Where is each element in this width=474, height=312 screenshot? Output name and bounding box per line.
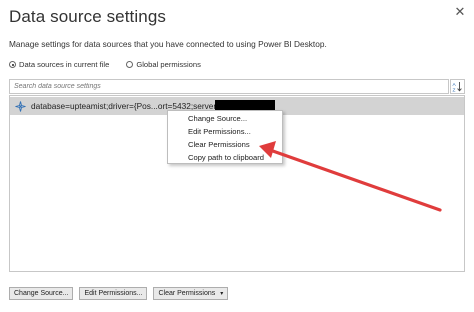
radio-current-file[interactable]: Data sources in current file [9,60,109,69]
sort-button[interactable]: A Z [450,79,465,94]
radio-current-file-label: Data sources in current file [19,60,110,69]
svg-text:A: A [453,82,457,88]
radio-indicator [126,61,134,68]
change-source-button[interactable]: Change Source... [9,287,74,300]
radio-global-permissions-label: Global permissions [136,60,201,69]
chevron-down-icon[interactable]: ▾ [220,291,223,297]
datasource-icon [15,100,26,112]
radio-global-permissions[interactable]: Global permissions [126,60,201,69]
clear-permissions-button[interactable]: Clear Permissions ▾ [153,287,229,300]
clear-permissions-label: Clear Permissions [158,290,216,297]
menu-item-change-source[interactable]: Change Source... [168,112,282,125]
menu-item-clear-permissions[interactable]: Clear Permissions [168,138,282,151]
sort-az-icon: A Z [453,82,462,92]
dialog-title: Data source settings [9,7,166,26]
scope-radio-group: Data sources in current file Global perm… [9,60,201,69]
menu-item-copy-path[interactable]: Copy path to clipboard [168,151,282,164]
svg-text:Z: Z [453,87,456,92]
menu-item-edit-permissions[interactable]: Edit Permissions... [168,125,282,138]
radio-selected-indicator [9,61,16,68]
close-icon[interactable]: ✕ [451,3,469,21]
context-menu: Change Source... Edit Permissions... Cle… [167,110,283,164]
dialog-subtitle: Manage settings for data sources that yo… [9,39,327,49]
action-bar: Change Source... Edit Permissions... Cle… [9,287,229,300]
edit-permissions-button[interactable]: Edit Permissions... [79,287,148,300]
search-input[interactable] [9,79,449,94]
